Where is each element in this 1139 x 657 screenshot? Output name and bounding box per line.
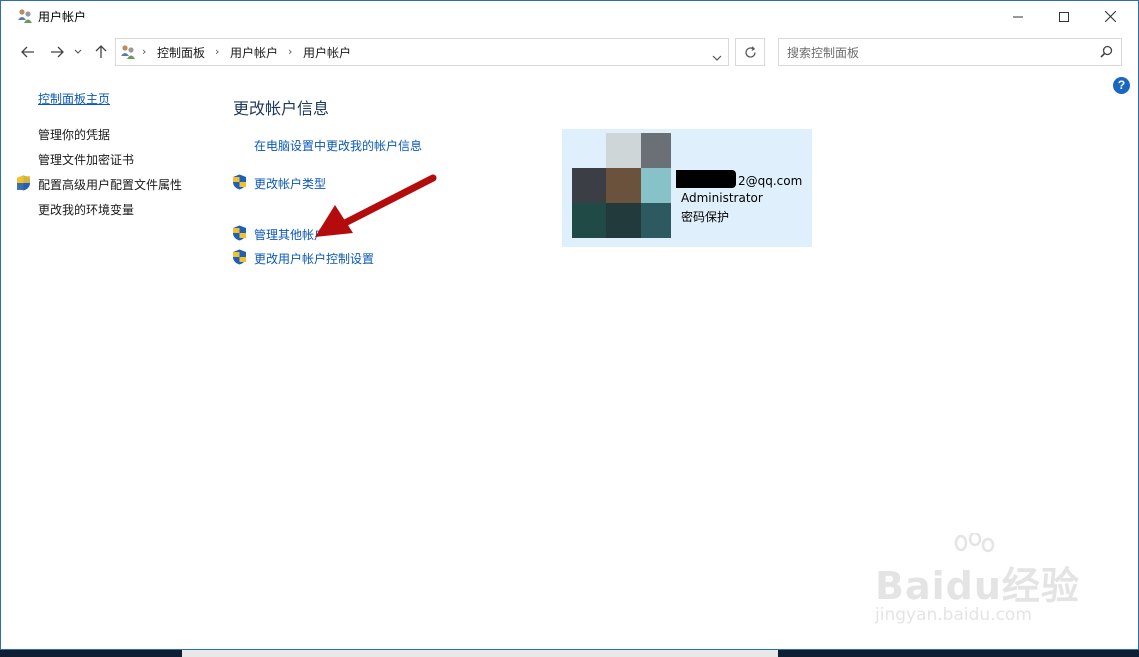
- minimize-icon: [1013, 16, 1023, 17]
- page-title: 更改帐户信息: [233, 99, 330, 118]
- chevron-right-icon: ›: [142, 45, 147, 58]
- maximize-button[interactable]: [1041, 1, 1087, 32]
- chevron-right-icon[interactable]: ›: [215, 45, 219, 58]
- breadcrumb-user-accounts-current[interactable]: 用户帐户: [303, 44, 351, 61]
- baidu-watermark: Baidu经验 jingyan.baidu.com: [873, 533, 1093, 633]
- redacted-block: [676, 170, 736, 188]
- sidebar-item-advanced-profile-properties[interactable]: 配置高级用户配置文件属性: [38, 176, 182, 193]
- recent-locations-button[interactable]: [71, 42, 85, 62]
- chevron-right-icon[interactable]: ›: [288, 45, 292, 58]
- minimize-button[interactable]: [995, 1, 1041, 32]
- close-button[interactable]: [1087, 1, 1133, 32]
- annotation-arrow: [315, 174, 437, 237]
- users-folder-icon: [121, 45, 135, 59]
- chevron-down-icon: [712, 55, 722, 61]
- sidebar-item-manage-credentials[interactable]: 管理你的凭据: [38, 126, 110, 143]
- uac-shield-icon: [17, 175, 30, 191]
- uac-shield-icon: [233, 225, 246, 241]
- address-dropdown-button[interactable]: [712, 47, 722, 66]
- sidebar-home-link[interactable]: 控制面板主页: [38, 90, 110, 107]
- users-app-icon: [18, 9, 32, 23]
- control-panel-window: 用户帐户 › 控制面板 › 用户帐户 › 用户帐户 搜索控制面板 ? 控制面板主…: [0, 0, 1139, 650]
- task-change-account-in-pc-settings[interactable]: 在电脑设置中更改我的帐户信息: [254, 137, 422, 154]
- arrow-left-icon: [21, 46, 34, 58]
- sidebar-item-environment-variables[interactable]: 更改我的环境变量: [38, 201, 134, 218]
- search-box[interactable]: [778, 38, 1122, 66]
- sidebar-item-encryption-certificates[interactable]: 管理文件加密证书: [38, 151, 134, 168]
- back-button[interactable]: [18, 42, 38, 62]
- watermark-url: jingyan.baidu.com: [875, 605, 1032, 625]
- search-icon[interactable]: [1100, 45, 1113, 58]
- taskbar-edge: [0, 650, 1139, 657]
- arrow-right-icon: [51, 46, 64, 58]
- arrow-up-icon: [95, 45, 107, 58]
- refresh-button[interactable]: [735, 38, 765, 66]
- task-change-uac-settings[interactable]: 更改用户帐户控制设置: [254, 250, 374, 267]
- account-avatar: [572, 133, 671, 238]
- uac-shield-icon: [233, 174, 246, 190]
- search-input[interactable]: [785, 43, 1089, 63]
- chevron-down-icon: [74, 49, 82, 54]
- title-bar: 用户帐户: [1, 1, 1138, 32]
- refresh-icon: [744, 45, 756, 58]
- window-title: 用户帐户: [38, 10, 87, 24]
- breadcrumb-user-accounts[interactable]: 用户帐户: [230, 44, 278, 61]
- uac-shield-icon: [233, 249, 246, 265]
- account-type: Administrator: [681, 191, 763, 205]
- account-email: 2@qq.com: [738, 174, 803, 188]
- account-password-status: 密码保护: [681, 210, 730, 224]
- help-button[interactable]: ?: [1113, 77, 1130, 94]
- up-button[interactable]: [91, 42, 111, 62]
- forward-button[interactable]: [47, 42, 67, 62]
- close-icon: [1104, 11, 1116, 22]
- account-tile: 2@qq.com Administrator 密码保护: [562, 129, 812, 247]
- address-bar[interactable]: › 控制面板 › 用户帐户 › 用户帐户: [115, 38, 729, 66]
- watermark-brand: Baidu经验: [875, 564, 1080, 608]
- breadcrumb-control-panel[interactable]: 控制面板: [157, 44, 205, 61]
- maximize-icon: [1059, 11, 1069, 22]
